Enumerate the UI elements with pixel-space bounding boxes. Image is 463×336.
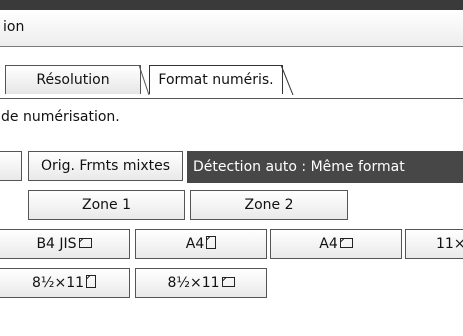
landscape-paper-icon	[78, 237, 92, 251]
tab-bar: Résolution Format numéris.	[0, 47, 463, 99]
tab-scan-format[interactable]: Format numéris.	[149, 65, 283, 94]
status-text: Détection auto : Même format	[193, 159, 405, 175]
zone-1-button[interactable]: Zone 1	[28, 190, 185, 220]
zone-2-label: Zone 2	[244, 197, 294, 213]
instruction-text: de numérisation.	[1, 109, 120, 125]
auto-detect-status: Détection auto : Même format	[187, 151, 463, 183]
left-partial-button[interactable]	[0, 151, 22, 181]
size-a4-landscape-button[interactable]: A4	[270, 229, 402, 259]
portrait-paper-icon	[86, 275, 97, 291]
tab-underline	[0, 98, 463, 99]
size-b4-jis-label: B4 JIS	[36, 236, 77, 252]
size-11x-label: 11×	[436, 236, 463, 252]
size-letter-landscape-label: 8½×11	[167, 275, 220, 291]
tab-edge-scan-format	[281, 65, 294, 95]
size-a4-landscape-label: A4	[319, 236, 338, 252]
size-a4-portrait-button[interactable]: A4	[135, 229, 267, 259]
zone-2-button[interactable]: Zone 2	[190, 190, 348, 220]
landscape-paper-icon	[221, 276, 235, 290]
size-letter-landscape-button[interactable]: 8½×11	[135, 268, 267, 298]
size-b4-jis-button[interactable]: B4 JIS	[0, 229, 130, 259]
zone-1-label: Zone 1	[82, 197, 131, 213]
tab-scan-format-label: Format numéris.	[158, 72, 274, 88]
mixed-sizes-label: Orig. Frmts mixtes	[40, 158, 171, 174]
mixed-sizes-button[interactable]: Orig. Frmts mixtes	[28, 151, 183, 181]
window-title-bar: ion	[0, 10, 463, 47]
top-dark-bar	[0, 0, 463, 10]
landscape-paper-icon	[339, 237, 353, 251]
size-letter-portrait-label: 8½×11	[31, 275, 85, 291]
portrait-paper-icon	[206, 236, 217, 252]
window-title: ion	[3, 19, 25, 35]
tab-resolution[interactable]: Résolution	[5, 65, 141, 94]
size-a4-portrait-label: A4	[185, 236, 205, 252]
tab-resolution-label: Résolution	[36, 72, 110, 88]
size-11x-button[interactable]: 11×	[405, 229, 463, 259]
size-letter-portrait-button[interactable]: 8½×11	[0, 268, 130, 298]
